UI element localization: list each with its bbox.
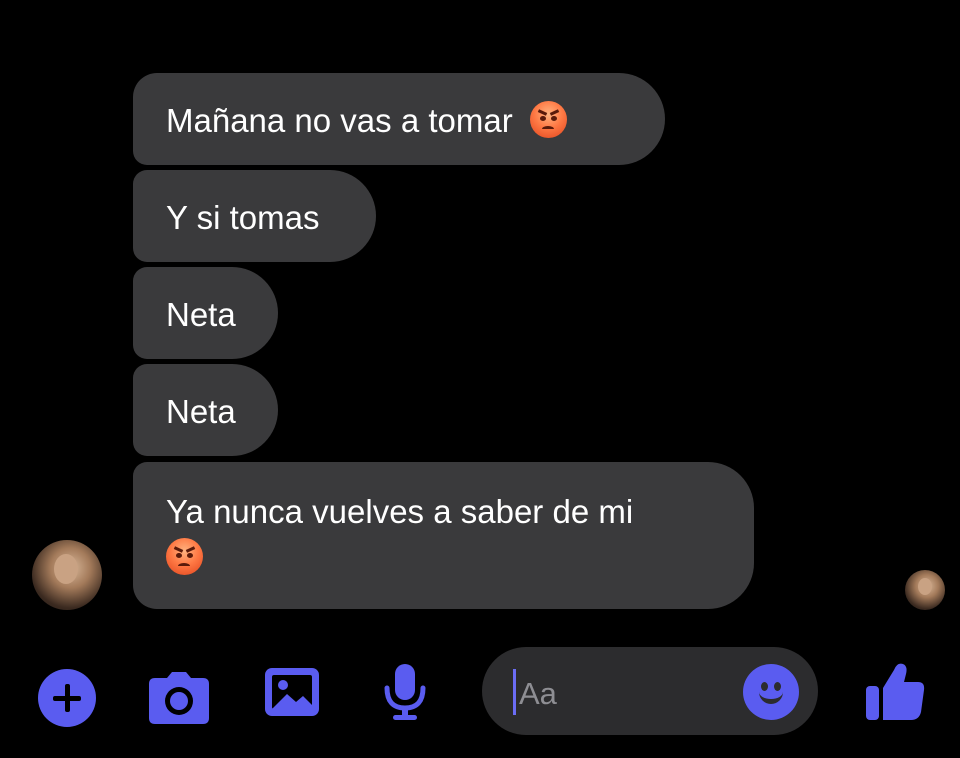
message-text: Neta <box>166 393 236 430</box>
microphone-icon[interactable] <box>383 662 427 722</box>
message-text: Ya nunca vuelves a saber de mi <box>166 493 634 530</box>
message-bubble[interactable]: Y si tomas <box>133 170 376 262</box>
thumbs-up-icon[interactable] <box>864 660 926 722</box>
message-bubble[interactable]: Mañana no vas a tomar <box>133 73 665 165</box>
message-thread: Mañana no vas a tomar Y si tomas Neta Ne… <box>0 0 960 630</box>
composer-bar: Aa <box>0 640 960 758</box>
message-text: Mañana no vas a tomar <box>166 102 513 139</box>
message-text: Y si tomas <box>166 199 320 236</box>
message-input-placeholder: Aa <box>519 676 557 711</box>
read-receipt-avatar <box>905 570 945 610</box>
emoji-icon[interactable] <box>743 664 799 720</box>
message-bubble[interactable]: Neta <box>133 364 278 456</box>
message-input[interactable]: Aa <box>482 647 818 735</box>
message-text: Neta <box>166 296 236 333</box>
plus-icon[interactable] <box>38 669 96 727</box>
image-icon[interactable] <box>263 666 321 718</box>
message-bubble[interactable]: Neta <box>133 267 278 359</box>
contact-avatar[interactable] <box>32 540 102 610</box>
text-cursor <box>513 669 516 715</box>
pouting-face-icon <box>166 538 203 575</box>
pouting-face-icon <box>529 101 567 138</box>
message-bubble[interactable]: Ya nunca vuelves a saber de mi <box>133 462 754 609</box>
camera-icon[interactable] <box>147 670 211 726</box>
